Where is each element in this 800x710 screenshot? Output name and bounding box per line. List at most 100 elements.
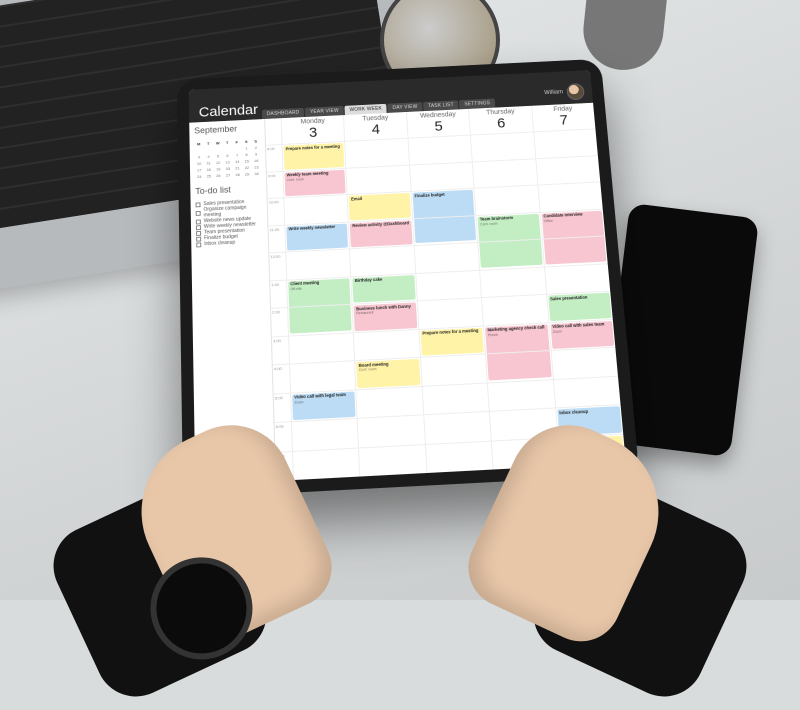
- mini-day[interactable]: 19: [214, 166, 223, 172]
- mini-day[interactable]: 13: [223, 159, 232, 165]
- grid-cell[interactable]: [356, 385, 423, 417]
- day-header[interactable]: Friday7: [531, 103, 596, 132]
- mini-day[interactable]: 22: [243, 164, 252, 170]
- checkbox-icon[interactable]: [196, 225, 201, 230]
- grid-cell[interactable]: [423, 411, 491, 444]
- checkbox-icon[interactable]: [196, 202, 201, 207]
- mini-day[interactable]: [233, 145, 242, 151]
- grid-cell[interactable]: [425, 440, 493, 473]
- grid-cell[interactable]: [413, 242, 479, 273]
- grid-cell[interactable]: [417, 297, 484, 328]
- grid-cell[interactable]: Finalize budget: [410, 188, 475, 218]
- grid-cell[interactable]: Team brainstormConf. room: [476, 211, 542, 241]
- mini-day[interactable]: 3: [195, 153, 204, 159]
- mini-day[interactable]: 11: [204, 160, 213, 166]
- grid-cell[interactable]: Sales presentation: [546, 291, 613, 322]
- grid-cell[interactable]: Client meetingOff-site: [286, 276, 352, 307]
- grid-cell[interactable]: [550, 347, 618, 379]
- mini-day[interactable]: 17: [195, 167, 204, 173]
- grid-cell[interactable]: [292, 447, 360, 480]
- tab-day-view[interactable]: DAY VIEW: [388, 102, 423, 113]
- grid-cell[interactable]: [541, 235, 607, 266]
- grid-cell[interactable]: [552, 375, 620, 407]
- mini-day[interactable]: 16: [252, 157, 261, 163]
- grid-cell[interactable]: [477, 239, 543, 270]
- checkbox-icon[interactable]: [196, 236, 201, 241]
- grid-cell[interactable]: [412, 215, 478, 245]
- grid-cell[interactable]: [421, 382, 489, 414]
- mini-day[interactable]: 7: [233, 152, 242, 158]
- user-badge[interactable]: William: [544, 83, 585, 101]
- avatar[interactable]: [566, 83, 585, 100]
- checkbox-icon[interactable]: [196, 242, 201, 247]
- mini-day[interactable]: 5: [214, 153, 223, 159]
- event[interactable]: Review activity @Dashboard: [350, 220, 412, 247]
- day-header[interactable]: Tuesday4: [343, 112, 407, 141]
- checkbox-icon[interactable]: [196, 230, 201, 235]
- mini-day[interactable]: 14: [233, 158, 242, 164]
- tab-year-view[interactable]: YEAR VIEW: [305, 106, 344, 117]
- grid-cell[interactable]: Review activity @Dashboard: [348, 218, 413, 248]
- grid-cell[interactable]: Video call with sales teamZoom: [548, 318, 615, 350]
- grid-cell[interactable]: Business lunch with DannyRestaurant: [352, 300, 418, 331]
- mini-day[interactable]: 4: [204, 153, 213, 159]
- grid-cell[interactable]: [291, 418, 358, 451]
- grid-cell[interactable]: [481, 294, 548, 325]
- mini-day[interactable]: 30: [252, 170, 261, 176]
- grid-cell[interactable]: [288, 332, 354, 364]
- mini-day[interactable]: 20: [223, 165, 232, 171]
- grid-cell[interactable]: Video call with legal teamZoom: [290, 389, 357, 421]
- grid-cell[interactable]: [537, 181, 603, 211]
- grid-cell[interactable]: [533, 128, 598, 158]
- grid-cell[interactable]: [285, 248, 350, 279]
- tab-task-list[interactable]: TASK LIST: [423, 100, 459, 111]
- grid-cell[interactable]: [407, 135, 472, 165]
- grid-cell[interactable]: [289, 360, 356, 392]
- grid-cell[interactable]: [358, 444, 426, 477]
- mini-day[interactable]: [195, 147, 204, 153]
- grid-cell[interactable]: [346, 164, 411, 194]
- mini-day[interactable]: [223, 146, 232, 152]
- grid-cell[interactable]: [420, 353, 487, 385]
- grid-cell[interactable]: [487, 379, 555, 411]
- event[interactable]: Weekly team meetingConf. room: [285, 169, 346, 196]
- mini-day[interactable]: [204, 146, 213, 152]
- mini-day[interactable]: 28: [233, 171, 242, 177]
- grid-cell[interactable]: [479, 266, 545, 297]
- tab-settings[interactable]: SETTINGS: [459, 98, 495, 109]
- grid-cell[interactable]: Prepare notes for a meeting: [282, 141, 346, 171]
- grid-cell[interactable]: [415, 269, 481, 300]
- mini-day[interactable]: 2: [252, 144, 261, 150]
- grid-cell[interactable]: [543, 263, 610, 294]
- mini-day[interactable]: 10: [195, 160, 204, 166]
- mini-day[interactable]: 6: [223, 152, 232, 158]
- event[interactable]: Prepare notes for a meeting: [284, 143, 345, 170]
- mini-day[interactable]: 15: [242, 158, 251, 164]
- grid-cell[interactable]: [357, 414, 425, 447]
- grid-cell[interactable]: [287, 304, 353, 335]
- grid-cell[interactable]: [470, 132, 535, 162]
- day-header[interactable]: Monday3: [281, 115, 345, 144]
- checkbox-icon[interactable]: [196, 219, 201, 224]
- grid-cell[interactable]: [474, 185, 539, 215]
- grid-cell[interactable]: Email: [347, 191, 412, 221]
- event[interactable]: Prepare notes for a meeting: [420, 327, 484, 356]
- mini-day[interactable]: 26: [214, 172, 223, 178]
- grid-cell[interactable]: Write weekly newsletter: [284, 221, 349, 252]
- grid-cell[interactable]: [353, 328, 420, 360]
- mini-day[interactable]: 21: [233, 165, 242, 171]
- mini-day[interactable]: 23: [252, 164, 261, 170]
- checkbox-icon[interactable]: [196, 210, 201, 215]
- event[interactable]: Board meetingConf. room: [357, 359, 421, 388]
- grid-cell[interactable]: [485, 350, 552, 382]
- event[interactable]: Video call with legal teamZoom: [292, 391, 356, 420]
- event[interactable]: Write weekly newsletter: [286, 223, 348, 250]
- mini-day[interactable]: [214, 146, 223, 152]
- grid-cell[interactable]: Candidate interviewOffice: [539, 208, 605, 238]
- event[interactable]: Email: [349, 193, 411, 220]
- event[interactable]: Video call with sales teamZoom: [550, 320, 614, 348]
- mini-day[interactable]: 8: [242, 151, 251, 157]
- event[interactable]: Sales presentation: [548, 293, 612, 321]
- mini-day[interactable]: 9: [252, 151, 261, 157]
- mini-day[interactable]: 24: [195, 173, 204, 179]
